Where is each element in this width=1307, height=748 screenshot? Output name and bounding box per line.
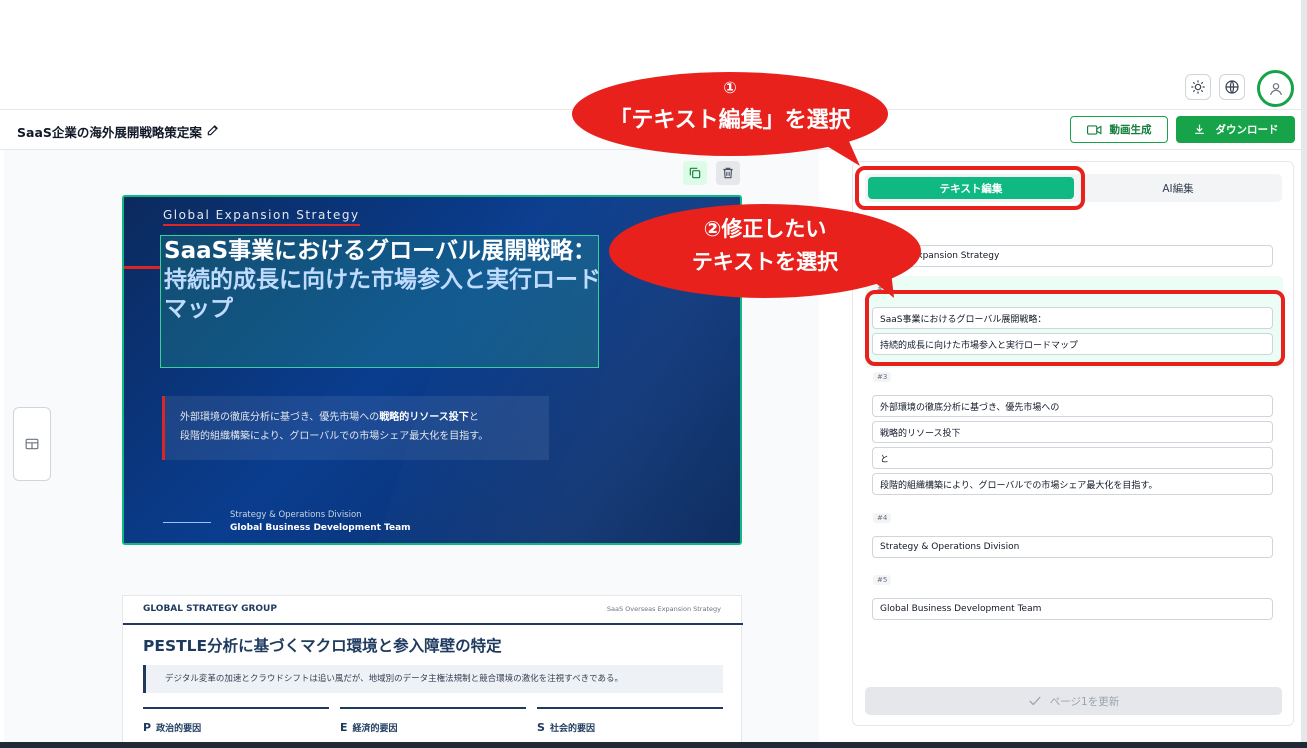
section-label-3: #3 — [873, 372, 892, 382]
slide1-division[interactable]: Strategy & Operations Division — [230, 510, 362, 520]
sun-icon — [1191, 80, 1205, 94]
slide2-column-label: 経済的要因 — [352, 724, 398, 734]
slide1-title-line2: 持続的成長に向けた市場参入と実行ロードマップ — [164, 267, 601, 322]
theme-toggle-button[interactable] — [1185, 74, 1211, 100]
text-field-3a[interactable]: 外部環境の徹底分析に基づき、優先市場への — [872, 395, 1273, 417]
edit-title-button[interactable] — [206, 122, 220, 141]
slide1-body[interactable]: 外部環境の徹底分析に基づき、優先市場への戦略的リソース投下と 段階的組織構築によ… — [162, 396, 549, 460]
window-right-edge — [1301, 0, 1307, 742]
slide2-header-rule — [123, 623, 743, 625]
text-field-3c[interactable]: と — [872, 447, 1273, 469]
text-field-4[interactable]: Strategy & Operations Division — [872, 536, 1273, 558]
slide2-column-e: E 経済的要因 — [340, 707, 526, 734]
slide1-title-line1: SaaS事業におけるグローバル展開戦略： — [164, 238, 596, 264]
callout-1: ① 「テキスト編集」を選択 — [572, 72, 888, 156]
callout2-line2: テキストを選択 — [691, 250, 839, 274]
update-page-button[interactable]: ページ1を更新 — [865, 687, 1282, 715]
slide1-title[interactable]: SaaS事業におけるグローバル展開戦略： 持続的成長に向けた市場参入と実行ロード… — [164, 237, 604, 324]
check-icon — [1029, 696, 1041, 706]
callout2-line1: ②修正したい — [703, 217, 827, 241]
slide2-column-p: P 政治的要因 — [143, 707, 329, 734]
tab-ai-edit[interactable]: AI編集 — [1076, 177, 1280, 199]
annotation-highlight-fields — [865, 290, 1285, 366]
slide1-footer-line — [163, 522, 211, 523]
slide1-accent-line — [124, 266, 160, 269]
slide2-column-letter: S — [537, 721, 545, 734]
slide1-body-mid: と — [468, 412, 479, 423]
callout1-number: ① — [723, 78, 737, 97]
trash-icon — [723, 167, 733, 179]
delete-slide-button[interactable] — [716, 161, 740, 185]
user-icon — [1269, 82, 1282, 95]
slide-panel-toggle[interactable] — [13, 407, 51, 481]
video-camera-icon — [1086, 124, 1101, 135]
callout-2: ②修正したい テキストを選択 — [609, 204, 921, 298]
section-label-5: #5 — [873, 575, 892, 585]
slide2-group: GLOBAL STRATEGY GROUP — [143, 604, 277, 614]
slide1-body-line2: 段階的組織構築により、グローバルでの市場シェア最大化を目指す。 — [180, 431, 489, 442]
duplicate-slide-button[interactable] — [683, 161, 707, 185]
text-field-3d[interactable]: 段階的組織構築により、グローバルでの市場シェア最大化を目指す。 — [872, 473, 1273, 495]
text-field-3b[interactable]: 戦略的リソース投下 — [872, 421, 1273, 443]
download-label: ダウンロード — [1215, 124, 1279, 136]
document-title: SaaS企業の海外展開戦略策定案 — [17, 125, 202, 140]
text-field-5[interactable]: Global Business Development Team — [872, 598, 1273, 620]
globe-icon — [1225, 80, 1239, 94]
pencil-icon — [207, 125, 218, 136]
window-bottom-edge — [0, 742, 1307, 748]
video-generate-label: 動画生成 — [1109, 124, 1152, 136]
language-button[interactable] — [1219, 74, 1245, 100]
layout-panel-icon — [25, 438, 39, 450]
annotation-highlight-tab — [855, 166, 1085, 210]
slide-2[interactable]: GLOBAL STRATEGY GROUP SaaS Overseas Expa… — [122, 595, 743, 742]
slide2-column-label: 政治的要因 — [156, 724, 202, 734]
download-icon — [1194, 124, 1204, 134]
text-field-1[interactable]: Global Expansion Strategy — [872, 245, 1273, 267]
slide2-title: PESTLE分析に基づくマクロ環境と参入障壁の特定 — [143, 637, 502, 655]
video-generate-button[interactable]: 動画生成 — [1070, 116, 1168, 143]
slide2-column-label: 社会的要因 — [549, 724, 595, 734]
slide1-kicker[interactable]: Global Expansion Strategy — [163, 208, 360, 226]
section-label-4: #4 — [873, 513, 892, 523]
slide1-body-prefix: 外部環境の徹底分析に基づき、優先市場への — [180, 412, 380, 423]
slide2-column-letter: E — [340, 721, 348, 734]
copy-icon — [689, 167, 701, 179]
callout1-text: 「テキスト編集」を選択 — [609, 108, 851, 133]
user-avatar-button[interactable] — [1257, 70, 1294, 107]
slide1-body-bold: 戦略的リソース投下 — [379, 412, 469, 423]
slide2-lead: デジタル変革の加速とクラウドシフトは追い風だが、地域別のデータ主権法規制と競合環… — [143, 665, 723, 693]
slide2-column-letter: P — [143, 721, 152, 734]
download-button[interactable]: ダウンロード — [1176, 116, 1295, 143]
slide2-tag: SaaS Overseas Expansion Strategy — [606, 605, 721, 613]
update-page-label: ページ1を更新 — [1049, 695, 1120, 708]
slide2-column-s: S 社会的要因 — [537, 707, 723, 734]
slide1-team[interactable]: Global Business Development Team — [230, 523, 411, 533]
